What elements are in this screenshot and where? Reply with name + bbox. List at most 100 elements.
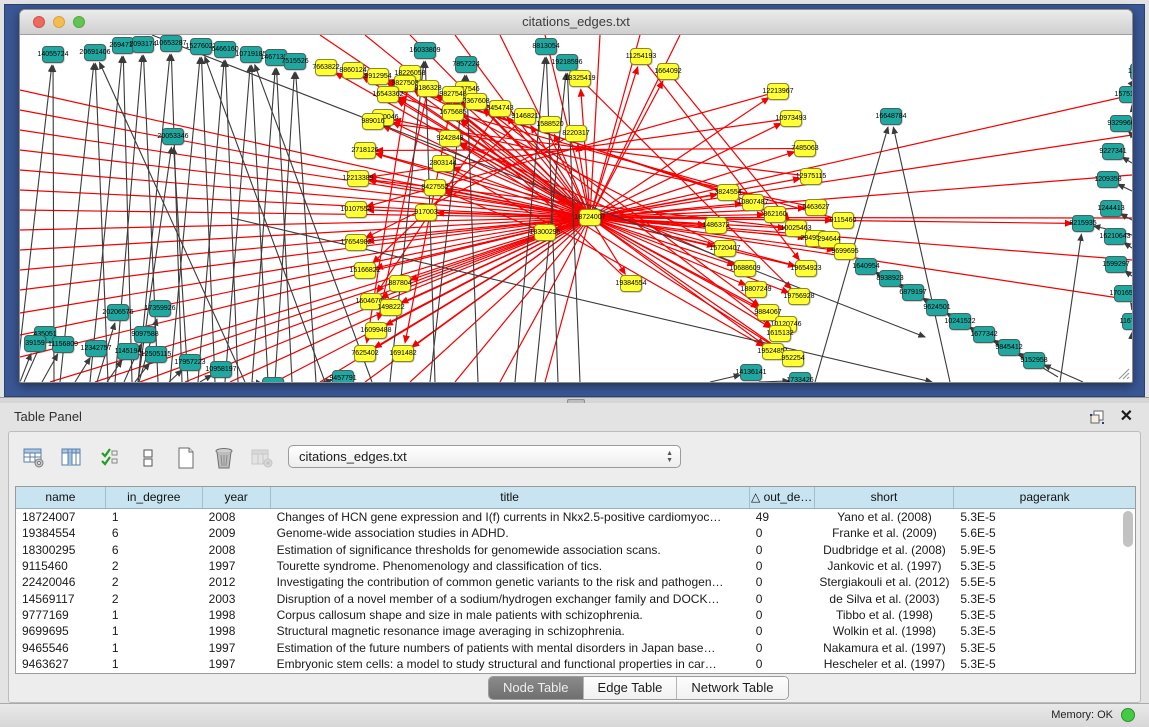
graph-node-18807249[interactable]: 18807249 — [745, 281, 767, 298]
network-canvas[interactable]: 1405572420691406269471320931741065328715… — [20, 35, 1132, 382]
graph-node-1209358[interactable]: 1209358 — [1097, 171, 1119, 188]
graph-node-8938923[interactable]: 8938923 — [879, 270, 901, 287]
close-icon[interactable]: ✕ — [1120, 406, 1133, 426]
row-selection-icon[interactable] — [97, 445, 123, 471]
column-header-name[interactable]: name — [16, 487, 106, 508]
table-row[interactable]: 1830029562008Estimation of significance … — [16, 542, 1135, 558]
tab-edge-table[interactable]: Edge Table — [584, 677, 678, 699]
graph-node-14055724[interactable]: 14055724 — [42, 46, 64, 63]
graph-node-10688609[interactable]: 10688609 — [734, 260, 756, 277]
graph-node-12923448[interactable]: 12923448 — [262, 377, 284, 382]
graph-node-862160[interactable]: 862160 — [764, 206, 786, 223]
table-source-dropdown[interactable]: citations_edges.txt ▲▼ — [288, 445, 681, 468]
graph-node-20691406[interactable]: 20691406 — [84, 44, 106, 61]
graph-node-18724007[interactable]: 18724007 — [579, 209, 601, 226]
graph-node-1599297[interactable]: 1599297 — [1105, 256, 1127, 273]
graph-node-10958197[interactable]: 10958197 — [210, 361, 232, 378]
graph-node-9463627[interactable]: 9463627 — [805, 199, 827, 216]
graph-node-8186328[interactable]: 8186328 — [417, 80, 439, 97]
graph-node-1733426[interactable]: 1733426 — [789, 372, 811, 382]
graph-node-1675685[interactable]: 1675685 — [442, 104, 464, 121]
graph-node-8427552[interactable]: 8427552 — [424, 179, 446, 196]
column-header-title[interactable]: title — [271, 487, 750, 508]
graph-node-12213967[interactable]: 12213967 — [767, 83, 789, 100]
graph-node-8860124[interactable]: 8860124 — [342, 62, 364, 79]
graph-node-9146821[interactable]: 9146821 — [514, 108, 536, 125]
graph-node-12213389[interactable]: 12213389 — [347, 170, 369, 187]
graph-node-11254193[interactable]: 11254193 — [630, 48, 652, 65]
graph-node-9152958[interactable]: 9152958 — [1023, 352, 1045, 369]
graph-node-1117382[interactable]: 1117382 — [1130, 63, 1132, 80]
column-header-out_de[interactable]: △ out_de… — [750, 487, 815, 508]
graph-node-9624501[interactable]: 9624501 — [926, 299, 948, 316]
graph-node-10973493[interactable]: 10973493 — [780, 110, 802, 127]
graph-node-1498222[interactable]: 1498222 — [380, 299, 402, 316]
table-row[interactable]: 911546021997Tourette syndrome. Phenomeno… — [16, 558, 1135, 574]
graph-node-20206576[interactable]: 20206576 — [107, 304, 129, 321]
graph-node-39159[interactable]: 39159 — [24, 335, 46, 352]
graph-node-16210643[interactable]: 16210643 — [1104, 228, 1126, 245]
graph-node-1145194[interactable]: 1145194 — [117, 343, 139, 360]
graph-node-6466160[interactable]: 6466160 — [214, 41, 236, 58]
graph-node-9457791[interactable]: 9457791 — [332, 370, 354, 382]
graph-node-9827548[interactable]: 9827548 — [442, 86, 464, 103]
graph-node-7625402[interactable]: 7625402 — [354, 345, 376, 362]
graph-node-10107554[interactable]: 10107554 — [345, 201, 367, 218]
graph-node-2093174[interactable]: 2093174 — [132, 36, 154, 53]
graph-node-917003[interactable]: 917003 — [415, 204, 437, 221]
graph-node-15276023[interactable]: 15276023 — [190, 38, 212, 55]
graph-node-11156809[interactable]: 11156809 — [52, 336, 74, 353]
graph-node-2718126[interactable]: 2718126 — [354, 142, 376, 159]
table-row[interactable]: 969969511998Structural magnetic resonanc… — [16, 623, 1135, 639]
graph-node-2803144[interactable]: 2803144 — [432, 155, 454, 172]
column-header-year[interactable]: year — [203, 487, 271, 508]
graph-node-15720407[interactable]: 15720407 — [714, 240, 736, 257]
graph-node-19384554[interactable]: 19384554 — [620, 275, 642, 292]
graph-node-1588520[interactable]: 1588520 — [539, 116, 561, 133]
graph-node-1640954[interactable]: 1640954 — [855, 258, 877, 275]
graph-node-19654923[interactable]: 19654923 — [795, 260, 817, 277]
graph-node-10807487[interactable]: 10807487 — [742, 194, 764, 211]
graph-node-16648784[interactable]: 16648784 — [880, 108, 902, 125]
graph-node-7857224[interactable]: 7857224 — [455, 56, 477, 73]
delete-icon[interactable] — [211, 445, 237, 471]
graph-node-1677342[interactable]: 1677342 — [973, 326, 995, 343]
graph-node-9115460[interactable]: 9115460 — [832, 212, 854, 229]
graph-node-15166822[interactable]: 15166822 — [354, 262, 376, 279]
table-row[interactable]: 1938455462009Genome-wide association stu… — [16, 525, 1135, 541]
new-document-icon[interactable] — [173, 445, 199, 471]
graph-node-8912954[interactable]: 8912954 — [367, 68, 389, 85]
graph-node-9242848[interactable]: 9242848 — [439, 130, 461, 147]
graph-node-13325419[interactable]: 13325419 — [569, 70, 591, 87]
table-scrollbar-thumb[interactable] — [1123, 511, 1133, 547]
graph-node-15751074[interactable]: 15751074 — [1119, 86, 1132, 103]
tab-network-table[interactable]: Network Table — [677, 677, 787, 699]
graph-node-17957223[interactable]: 17957223 — [179, 354, 201, 371]
graph-node-8813054[interactable]: 8813054 — [535, 38, 557, 55]
graph-node-2367608[interactable]: 2367608 — [465, 93, 487, 110]
graph-node-1167533[interactable]: 1167533 — [1122, 313, 1132, 330]
graph-node-12505115[interactable]: 12505115 — [145, 346, 167, 363]
graph-node-887804[interactable]: 887804 — [389, 275, 411, 292]
graph-node-17654982[interactable]: 17654982 — [345, 234, 367, 251]
graph-node-989016[interactable]: 989016 — [362, 113, 384, 130]
graph-node-1486372[interactable]: 1486372 — [705, 217, 727, 234]
float-window-icon[interactable] — [1089, 409, 1105, 425]
graph-node-7515526[interactable]: 7515526 — [284, 53, 306, 70]
graph-node-18300295[interactable]: 18300295 — [534, 224, 556, 241]
graph-node-14136141[interactable]: 14136141 — [740, 364, 762, 381]
graph-node-17359926[interactable]: 17359926 — [149, 300, 171, 317]
graph-node-9097588[interactable]: 9097588 — [134, 326, 156, 343]
graph-node-16099488[interactable]: 16099488 — [365, 322, 387, 339]
graph-node-7485063[interactable]: 7485063 — [794, 140, 816, 157]
graph-node-16033809[interactable]: 16033809 — [414, 42, 436, 59]
graph-node-1615132[interactable]: 1615132 — [769, 325, 791, 342]
graph-node-16543362[interactable]: 16543362 — [377, 86, 399, 103]
graph-node-9329966[interactable]: 9329966 — [1110, 115, 1132, 132]
tab-node-table[interactable]: Node Table — [489, 677, 584, 699]
column-chooser-icon[interactable] — [59, 445, 85, 471]
graph-node-9699695[interactable]: 9699695 — [834, 243, 856, 260]
graph-node-10719185[interactable]: 10719185 — [240, 46, 262, 63]
graph-node-952254[interactable]: 952254 — [782, 350, 804, 367]
table-row[interactable]: 2242004622012Investigating the contribut… — [16, 574, 1135, 590]
